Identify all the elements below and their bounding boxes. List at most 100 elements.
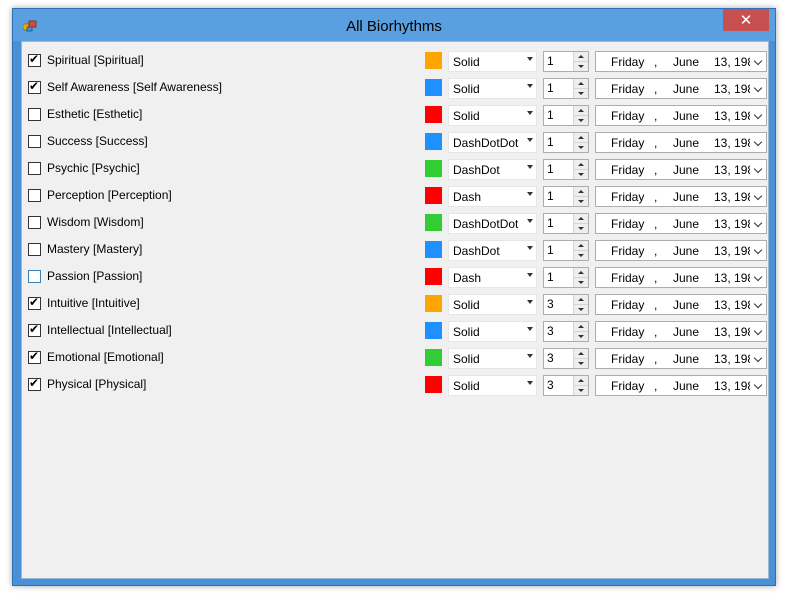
line-width-value[interactable]: 1: [547, 108, 554, 122]
spin-up-icon[interactable]: [574, 376, 588, 386]
color-swatch[interactable]: [425, 133, 442, 150]
calendar-dropdown-icon[interactable]: [750, 268, 766, 287]
spin-up-icon[interactable]: [574, 268, 588, 278]
enable-checkbox[interactable]: [28, 162, 41, 175]
date-weekday[interactable]: Friday: [611, 217, 644, 231]
line-style-select[interactable]: DashDotDot: [448, 213, 537, 234]
line-width-value[interactable]: 3: [547, 378, 554, 392]
enable-checkbox[interactable]: [28, 295, 41, 310]
line-width-spinner[interactable]: 3: [543, 375, 589, 396]
line-width-spinner[interactable]: 1: [543, 240, 589, 261]
date-weekday[interactable]: Friday: [611, 298, 644, 312]
line-style-select[interactable]: Solid: [448, 51, 537, 72]
biorhythm-label[interactable]: Success [Success]: [47, 134, 148, 148]
dropdown-arrow-icon[interactable]: [527, 381, 533, 385]
line-style-select[interactable]: DashDotDot: [448, 132, 537, 153]
spin-down-icon[interactable]: [574, 224, 588, 233]
close-button[interactable]: ✕: [723, 9, 769, 31]
date-weekday[interactable]: Friday: [611, 190, 644, 204]
calendar-dropdown-icon[interactable]: [750, 187, 766, 206]
birth-date-picker[interactable]: Friday, June 13, 1986: [595, 132, 767, 153]
birth-date-picker[interactable]: Friday, June 13, 1986: [595, 105, 767, 126]
calendar-dropdown-icon[interactable]: [750, 133, 766, 152]
date-month[interactable]: June: [673, 217, 699, 231]
enable-checkbox[interactable]: [28, 189, 41, 202]
date-weekday[interactable]: Friday: [611, 55, 644, 69]
spin-down-icon[interactable]: [574, 89, 588, 98]
title-bar[interactable]: All Biorhythms ✕: [13, 9, 775, 41]
calendar-dropdown-icon[interactable]: [750, 322, 766, 341]
calendar-dropdown-icon[interactable]: [750, 349, 766, 368]
date-weekday[interactable]: Friday: [611, 271, 644, 285]
color-swatch[interactable]: [425, 295, 442, 312]
line-style-select[interactable]: DashDot: [448, 240, 537, 261]
spin-up-icon[interactable]: [574, 295, 588, 305]
spin-down-icon[interactable]: [574, 305, 588, 314]
dropdown-arrow-icon[interactable]: [527, 165, 533, 169]
line-style-select[interactable]: Solid: [448, 375, 537, 396]
dropdown-arrow-icon[interactable]: [527, 273, 533, 277]
dropdown-arrow-icon[interactable]: [527, 57, 533, 61]
enable-checkbox[interactable]: [28, 216, 41, 229]
birth-date-picker[interactable]: Friday, June 13, 1986: [595, 240, 767, 261]
line-width-value[interactable]: 1: [547, 135, 554, 149]
date-weekday[interactable]: Friday: [611, 244, 644, 258]
birth-date-picker[interactable]: Friday, June 13, 1986: [595, 294, 767, 315]
spin-down-icon[interactable]: [574, 62, 588, 71]
date-weekday[interactable]: Friday: [611, 109, 644, 123]
line-style-select[interactable]: Solid: [448, 294, 537, 315]
date-month[interactable]: June: [673, 352, 699, 366]
line-style-select[interactable]: Solid: [448, 105, 537, 126]
color-swatch[interactable]: [425, 376, 442, 393]
enable-checkbox[interactable]: [28, 79, 41, 94]
color-swatch[interactable]: [425, 268, 442, 285]
line-width-value[interactable]: 1: [547, 54, 554, 68]
line-width-spinner[interactable]: 1: [543, 105, 589, 126]
calendar-dropdown-icon[interactable]: [750, 214, 766, 233]
spin-down-icon[interactable]: [574, 332, 588, 341]
birth-date-picker[interactable]: Friday, June 13, 1986: [595, 321, 767, 342]
line-width-value[interactable]: 3: [547, 351, 554, 365]
date-month[interactable]: June: [673, 298, 699, 312]
dropdown-arrow-icon[interactable]: [527, 300, 533, 304]
birth-date-picker[interactable]: Friday, June 13, 1986: [595, 159, 767, 180]
spin-up-icon[interactable]: [574, 106, 588, 116]
dropdown-arrow-icon[interactable]: [527, 327, 533, 331]
birth-date-picker[interactable]: Friday, June 13, 1986: [595, 186, 767, 207]
biorhythm-label[interactable]: Perception [Perception]: [47, 188, 172, 202]
spin-up-icon[interactable]: [574, 322, 588, 332]
dropdown-arrow-icon[interactable]: [527, 219, 533, 223]
date-month[interactable]: June: [673, 244, 699, 258]
calendar-dropdown-icon[interactable]: [750, 160, 766, 179]
line-style-select[interactable]: Solid: [448, 348, 537, 369]
color-swatch[interactable]: [425, 106, 442, 123]
spin-down-icon[interactable]: [574, 197, 588, 206]
enable-checkbox[interactable]: [28, 52, 41, 67]
date-month[interactable]: June: [673, 82, 699, 96]
date-weekday[interactable]: Friday: [611, 325, 644, 339]
date-month[interactable]: June: [673, 271, 699, 285]
dropdown-arrow-icon[interactable]: [527, 84, 533, 88]
birth-date-picker[interactable]: Friday, June 13, 1986: [595, 78, 767, 99]
spin-down-icon[interactable]: [574, 143, 588, 152]
spin-up-icon[interactable]: [574, 160, 588, 170]
date-month[interactable]: June: [673, 379, 699, 393]
enable-checkbox[interactable]: [28, 243, 41, 256]
biorhythm-label[interactable]: Mastery [Mastery]: [47, 242, 142, 256]
biorhythm-label[interactable]: Self Awareness [Self Awareness]: [47, 80, 222, 94]
color-swatch[interactable]: [425, 160, 442, 177]
line-width-value[interactable]: 3: [547, 297, 554, 311]
enable-checkbox[interactable]: [28, 349, 41, 364]
line-width-value[interactable]: 1: [547, 81, 554, 95]
color-swatch[interactable]: [425, 241, 442, 258]
enable-checkbox[interactable]: [28, 376, 41, 391]
calendar-dropdown-icon[interactable]: [750, 295, 766, 314]
calendar-dropdown-icon[interactable]: [750, 241, 766, 260]
color-swatch[interactable]: [425, 52, 442, 69]
date-weekday[interactable]: Friday: [611, 82, 644, 96]
dropdown-arrow-icon[interactable]: [527, 111, 533, 115]
enable-checkbox[interactable]: [28, 108, 41, 121]
birth-date-picker[interactable]: Friday, June 13, 1986: [595, 51, 767, 72]
color-swatch[interactable]: [425, 322, 442, 339]
line-width-value[interactable]: 1: [547, 270, 554, 284]
